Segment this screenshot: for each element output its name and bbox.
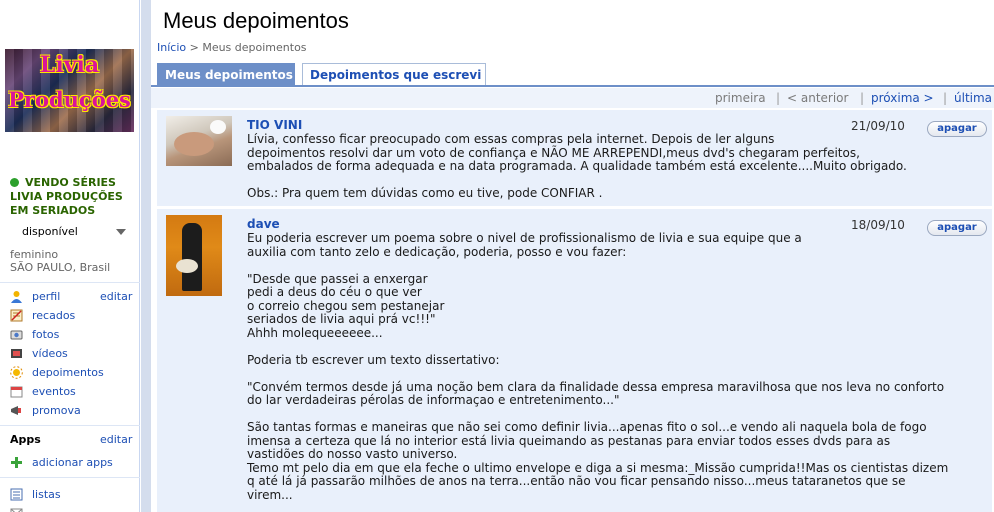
pager-last-link[interactable]: última bbox=[954, 91, 992, 105]
camera-icon bbox=[10, 330, 23, 340]
tab-testimonials-written[interactable]: Depoimentos que escrevi bbox=[302, 63, 486, 86]
envelope-icon bbox=[10, 508, 23, 512]
avatar-guitar bbox=[176, 259, 198, 273]
breadcrumb-separator: > bbox=[189, 41, 199, 54]
profile-photo[interactable]: Livia Produções bbox=[5, 49, 134, 132]
sidebar-item-label: eventos bbox=[32, 385, 76, 398]
sidebar-item-label: perfil bbox=[32, 290, 61, 303]
breadcrumb: Início > Meus depoimentos bbox=[157, 41, 307, 54]
pager-previous: < anterior bbox=[787, 91, 849, 105]
status-dropdown[interactable]: disponível bbox=[10, 223, 132, 241]
edit-profile-link[interactable]: editar bbox=[100, 290, 132, 303]
sidebar-item-label: vídeos bbox=[32, 347, 68, 360]
left-sidebar: Livia Produções VENDO SÉRIES LIVIA PRODU… bbox=[0, 0, 140, 512]
testimonial-date: 21/09/10 bbox=[851, 119, 905, 133]
pager-separator: | bbox=[943, 91, 948, 105]
avatar[interactable] bbox=[166, 215, 222, 296]
calendar-icon bbox=[10, 386, 23, 398]
sidebar-item-label: promova bbox=[32, 404, 81, 417]
pager-next-link[interactable]: próxima > bbox=[871, 91, 934, 105]
sun-icon bbox=[10, 366, 23, 379]
pager-separator: | bbox=[776, 91, 781, 105]
testimonial-text: Eu poderia escrever um poema sobre o niv… bbox=[247, 231, 949, 502]
breadcrumb-home-link[interactable]: Início bbox=[157, 41, 186, 54]
status-value: disponível bbox=[22, 225, 78, 238]
chevron-down-icon bbox=[116, 229, 126, 235]
apps-heading: Apps bbox=[10, 433, 41, 446]
avatar[interactable] bbox=[166, 116, 232, 166]
main-content: Meus depoimentos Início > Meus depoiment… bbox=[151, 0, 994, 512]
sidebar-item-label: recados bbox=[32, 309, 76, 322]
testimonial-date: 18/09/10 bbox=[851, 218, 905, 232]
sidebar-gutter bbox=[141, 0, 151, 512]
divider bbox=[0, 282, 140, 283]
sidebar-item-label: listas bbox=[32, 488, 61, 501]
divider bbox=[0, 425, 140, 426]
list-icon bbox=[10, 488, 23, 501]
pager-first: primeira bbox=[715, 91, 766, 105]
add-apps-label: adicionar apps bbox=[32, 456, 113, 469]
testimonial-author-link[interactable]: dave bbox=[247, 217, 280, 231]
tab-underline bbox=[151, 85, 994, 87]
sidebar-item-label: fotos bbox=[32, 328, 60, 341]
film-icon bbox=[11, 349, 22, 358]
profile-photo-text-line2: Produções bbox=[8, 87, 131, 112]
breadcrumb-current: Meus depoimentos bbox=[202, 41, 307, 54]
profile-location: SÃO PAULO, Brasil bbox=[10, 261, 111, 274]
pagination-bar: primeira | < anterior | próxima > | últi… bbox=[151, 88, 994, 108]
testimonial-text: Lívia, confesso ficar preocupado com ess… bbox=[247, 132, 907, 200]
notepad-icon bbox=[10, 309, 23, 322]
pager-separator: | bbox=[860, 91, 865, 105]
avatar-dog bbox=[210, 120, 226, 134]
testimonial-author-link[interactable]: TIO VINI bbox=[247, 118, 302, 132]
plus-icon bbox=[11, 457, 22, 468]
megaphone-icon bbox=[11, 406, 21, 415]
testimonial-item: TIO VINI 21/09/10 apagar Lívia, confesso… bbox=[157, 110, 992, 206]
tab-my-testimonials[interactable]: Meus depoimentos bbox=[157, 63, 295, 86]
avatar-person bbox=[182, 223, 202, 291]
profile-gender: feminino bbox=[10, 248, 59, 261]
profile-name[interactable]: VENDO SÉRIES LIVIA PRODUÇÕES EM SERIADOS bbox=[10, 176, 134, 218]
avatar-face bbox=[174, 132, 214, 156]
testimonial-item: dave 18/09/10 apagar Eu poderia escrever… bbox=[157, 209, 992, 512]
sidebar-item-label: depoimentos bbox=[32, 366, 104, 379]
edit-apps-link[interactable]: editar bbox=[100, 433, 132, 446]
page-title: Meus depoimentos bbox=[163, 8, 349, 33]
divider bbox=[0, 477, 140, 478]
profile-photo-text-line1: Livia bbox=[39, 52, 100, 78]
user-icon bbox=[11, 291, 22, 303]
